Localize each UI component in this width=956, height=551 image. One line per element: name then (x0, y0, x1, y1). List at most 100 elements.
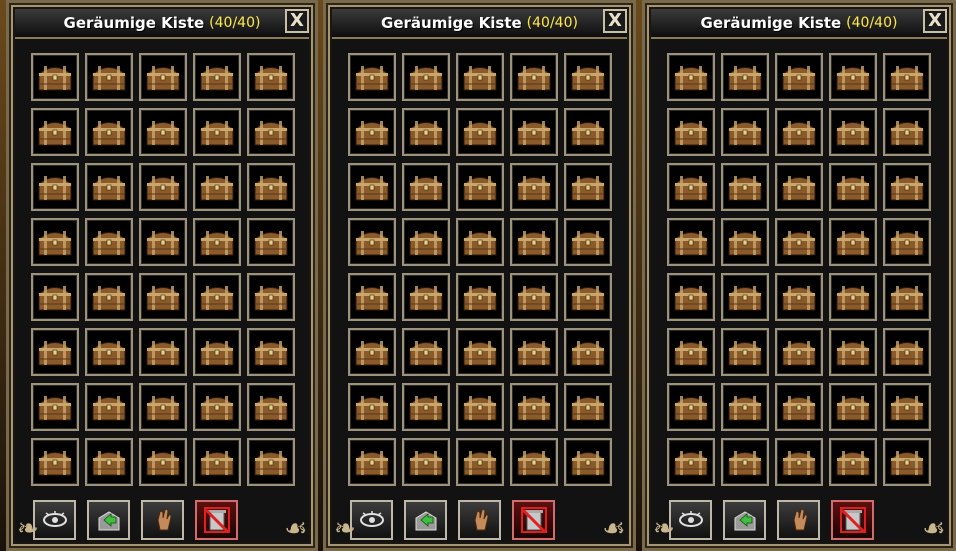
inventory-slot[interactable] (247, 438, 295, 486)
sort-button[interactable] (723, 500, 766, 540)
inventory-slot[interactable] (348, 218, 396, 266)
inventory-slot[interactable] (139, 53, 187, 101)
inventory-slot[interactable] (85, 108, 133, 156)
inventory-slot[interactable] (721, 438, 769, 486)
inventory-slot[interactable] (85, 273, 133, 321)
inventory-slot[interactable] (829, 438, 877, 486)
inventory-slot[interactable] (667, 383, 715, 431)
inventory-slot[interactable] (564, 273, 612, 321)
inventory-slot[interactable] (193, 328, 241, 376)
inventory-slot[interactable] (348, 438, 396, 486)
inventory-slot[interactable] (721, 383, 769, 431)
inventory-slot[interactable] (564, 383, 612, 431)
inventory-slot[interactable] (85, 328, 133, 376)
inventory-slot[interactable] (564, 108, 612, 156)
inventory-slot[interactable] (667, 163, 715, 211)
inventory-slot[interactable] (775, 438, 823, 486)
close-button[interactable]: X (923, 9, 947, 33)
inventory-slot[interactable] (510, 163, 558, 211)
inventory-slot[interactable] (721, 163, 769, 211)
close-button[interactable]: X (285, 9, 309, 33)
inventory-slot[interactable] (193, 53, 241, 101)
sort-button[interactable] (87, 500, 130, 540)
inventory-slot[interactable] (456, 438, 504, 486)
inventory-slot[interactable] (348, 163, 396, 211)
inventory-slot[interactable] (31, 53, 79, 101)
inventory-slot[interactable] (348, 383, 396, 431)
inventory-slot[interactable] (85, 383, 133, 431)
inventory-slot[interactable] (139, 438, 187, 486)
sort-button[interactable] (404, 500, 447, 540)
no-discard-button[interactable] (831, 500, 874, 540)
inventory-slot[interactable] (883, 328, 931, 376)
inventory-slot[interactable] (510, 383, 558, 431)
inventory-slot[interactable] (667, 53, 715, 101)
inventory-slot[interactable] (775, 383, 823, 431)
inventory-slot[interactable] (193, 438, 241, 486)
inventory-slot[interactable] (456, 163, 504, 211)
inventory-slot[interactable] (510, 273, 558, 321)
inventory-slot[interactable] (247, 108, 295, 156)
inventory-slot[interactable] (402, 273, 450, 321)
inventory-slot[interactable] (247, 218, 295, 266)
inventory-slot[interactable] (510, 53, 558, 101)
inventory-slot[interactable] (510, 108, 558, 156)
inventory-slot[interactable] (883, 383, 931, 431)
inventory-slot[interactable] (193, 218, 241, 266)
inventory-slot[interactable] (721, 53, 769, 101)
inventory-slot[interactable] (721, 108, 769, 156)
close-button[interactable]: X (603, 9, 627, 33)
inventory-slot[interactable] (775, 53, 823, 101)
inventory-slot[interactable] (348, 108, 396, 156)
window-titlebar[interactable]: Geräumige Kiste (40/40) (15, 9, 309, 39)
inventory-slot[interactable] (31, 163, 79, 211)
inventory-slot[interactable] (667, 328, 715, 376)
inventory-slot[interactable] (829, 218, 877, 266)
inventory-slot[interactable] (85, 438, 133, 486)
inventory-slot[interactable] (31, 383, 79, 431)
take-button[interactable] (458, 500, 501, 540)
inventory-slot[interactable] (402, 53, 450, 101)
inventory-slot[interactable] (31, 438, 79, 486)
inventory-slot[interactable] (193, 163, 241, 211)
inventory-slot[interactable] (775, 273, 823, 321)
inventory-slot[interactable] (247, 53, 295, 101)
inventory-slot[interactable] (667, 273, 715, 321)
window-titlebar[interactable]: Geräumige Kiste (40/40) (651, 9, 947, 39)
inventory-slot[interactable] (510, 328, 558, 376)
inventory-slot[interactable] (31, 108, 79, 156)
inventory-slot[interactable] (193, 108, 241, 156)
inventory-slot[interactable] (402, 383, 450, 431)
inventory-slot[interactable] (348, 328, 396, 376)
inventory-slot[interactable] (139, 273, 187, 321)
inventory-slot[interactable] (510, 218, 558, 266)
inventory-slot[interactable] (139, 383, 187, 431)
take-button[interactable] (777, 500, 820, 540)
inventory-slot[interactable] (348, 273, 396, 321)
no-discard-button[interactable] (195, 500, 238, 540)
inventory-slot[interactable] (564, 163, 612, 211)
inventory-slot[interactable] (564, 218, 612, 266)
inventory-slot[interactable] (564, 53, 612, 101)
inventory-slot[interactable] (829, 108, 877, 156)
inventory-slot[interactable] (402, 328, 450, 376)
inventory-slot[interactable] (721, 273, 769, 321)
inventory-slot[interactable] (667, 108, 715, 156)
inventory-slot[interactable] (247, 273, 295, 321)
inventory-slot[interactable] (510, 438, 558, 486)
inventory-slot[interactable] (883, 218, 931, 266)
inventory-slot[interactable] (775, 218, 823, 266)
inventory-slot[interactable] (883, 163, 931, 211)
inventory-slot[interactable] (883, 53, 931, 101)
inventory-slot[interactable] (85, 53, 133, 101)
inventory-slot[interactable] (667, 218, 715, 266)
inventory-slot[interactable] (402, 218, 450, 266)
inventory-slot[interactable] (775, 328, 823, 376)
inventory-slot[interactable] (456, 273, 504, 321)
inventory-slot[interactable] (402, 438, 450, 486)
inventory-slot[interactable] (829, 163, 877, 211)
inventory-slot[interactable] (139, 328, 187, 376)
inventory-slot[interactable] (883, 273, 931, 321)
inventory-slot[interactable] (247, 328, 295, 376)
inventory-slot[interactable] (402, 163, 450, 211)
